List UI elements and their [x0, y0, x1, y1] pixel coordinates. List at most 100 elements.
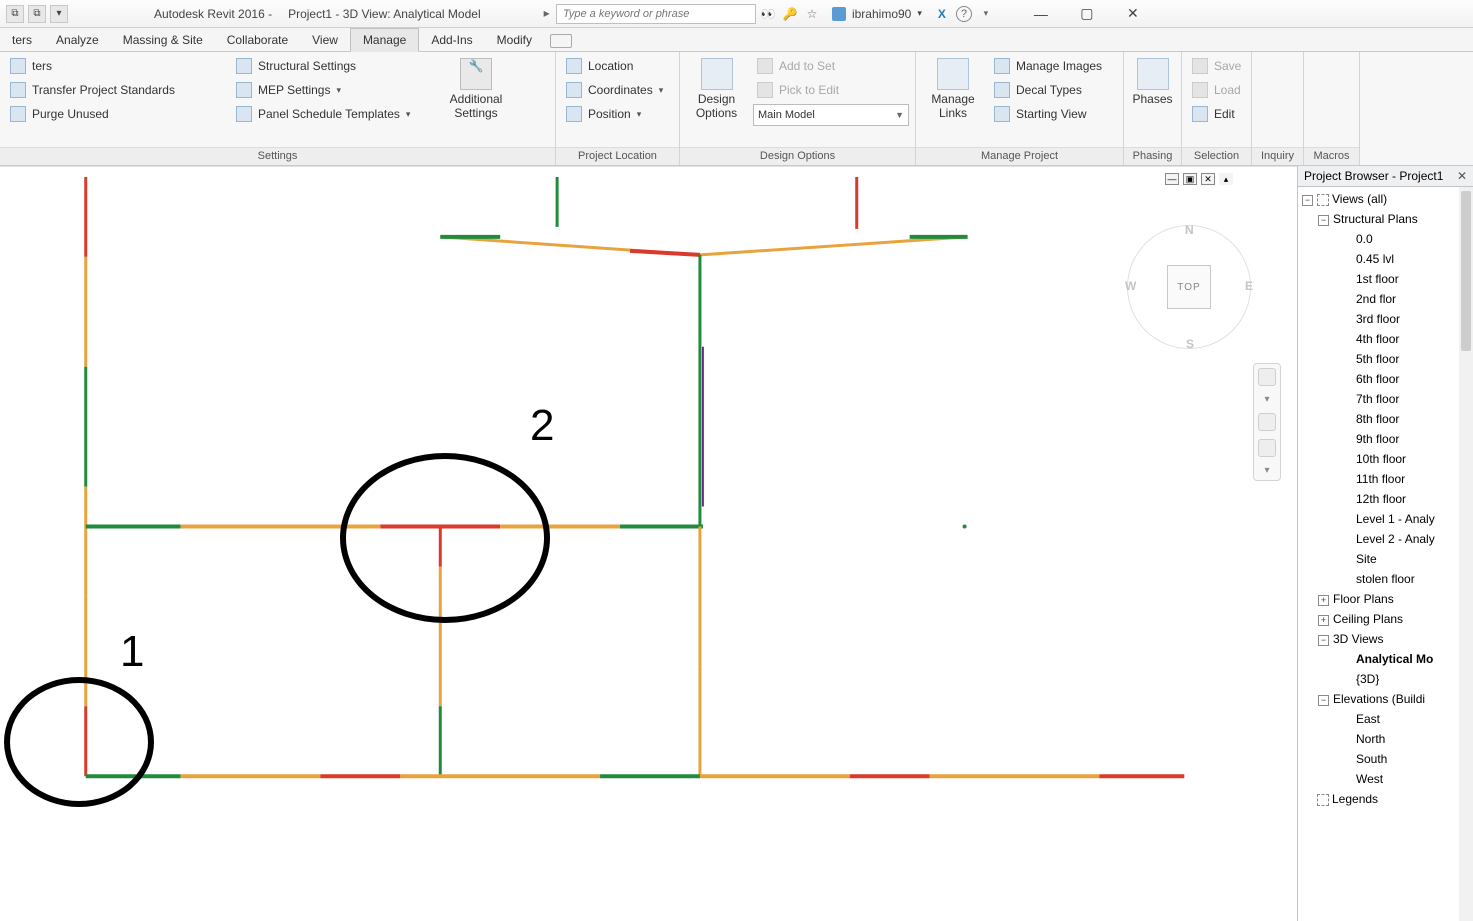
- tree-item[interactable]: 2nd flor: [1298, 289, 1473, 309]
- btn-decal-types[interactable]: Decal Types: [990, 80, 1106, 100]
- tab-manage[interactable]: Manage: [350, 28, 419, 52]
- tree-item[interactable]: South: [1298, 749, 1473, 769]
- collapse-icon[interactable]: −: [1318, 635, 1329, 646]
- search-input[interactable]: [556, 4, 756, 24]
- macro-icon-2[interactable]: [1321, 90, 1343, 112]
- tree-item[interactable]: East: [1298, 709, 1473, 729]
- btn-purge-unused[interactable]: Purge Unused: [6, 104, 226, 124]
- nav-wheel-icon[interactable]: [1258, 368, 1276, 386]
- qat-icon-3[interactable]: ▾: [50, 5, 68, 23]
- tab-massing-site[interactable]: Massing & Site: [111, 29, 215, 51]
- qat-icon-2[interactable]: ⧉: [28, 5, 46, 23]
- minimize-button[interactable]: —: [1018, 0, 1064, 28]
- btn-design-options[interactable]: Design Options: [686, 56, 747, 122]
- btn-additional-settings[interactable]: 🔧 Additional Settings: [438, 56, 514, 122]
- tree-item[interactable]: 11th floor: [1298, 469, 1473, 489]
- exchange-icon[interactable]: X: [934, 6, 950, 22]
- tree-item[interactable]: Level 1 - Analy: [1298, 509, 1473, 529]
- search-play-icon[interactable]: ▸: [541, 6, 553, 20]
- inquiry-icon-1[interactable]: [1267, 60, 1289, 82]
- binoculars-icon[interactable]: 👀: [760, 6, 776, 22]
- tree-item[interactable]: 0.0: [1298, 229, 1473, 249]
- tree-floor-plans[interactable]: +Floor Plans: [1298, 589, 1473, 609]
- tree-item[interactable]: 3rd floor: [1298, 309, 1473, 329]
- viewcube-south[interactable]: S: [1186, 337, 1194, 351]
- tree-item[interactable]: 12th floor: [1298, 489, 1473, 509]
- user-account[interactable]: ibrahimo90 ▾: [824, 7, 930, 21]
- canvas-restore-icon[interactable]: ▣: [1183, 173, 1197, 185]
- tree-item[interactable]: stolen floor: [1298, 569, 1473, 589]
- tree-item-active[interactable]: Analytical Mo: [1298, 649, 1473, 669]
- tree-legends[interactable]: Legends: [1298, 789, 1473, 809]
- tree-item[interactable]: Level 2 - Analy: [1298, 529, 1473, 549]
- tree-item[interactable]: 10th floor: [1298, 449, 1473, 469]
- tree-views[interactable]: −Views (all): [1298, 189, 1473, 209]
- drawing-canvas[interactable]: [0, 167, 1297, 921]
- tree-ceiling-plans[interactable]: +Ceiling Plans: [1298, 609, 1473, 629]
- btn-mep-settings[interactable]: MEP Settings: [232, 80, 432, 100]
- tree-item[interactable]: North: [1298, 729, 1473, 749]
- inquiry-icon-2[interactable]: [1267, 90, 1289, 112]
- key-icon[interactable]: 🔑: [782, 6, 798, 22]
- tree-item[interactable]: 8th floor: [1298, 409, 1473, 429]
- help-icon[interactable]: ?: [956, 6, 972, 22]
- btn-phases[interactable]: Phases: [1129, 56, 1177, 108]
- star-icon[interactable]: ☆: [804, 6, 820, 22]
- nav-pan-icon[interactable]: [1258, 413, 1276, 431]
- nav-zoom-icon[interactable]: [1258, 439, 1276, 457]
- tree-structural-plans[interactable]: −Structural Plans: [1298, 209, 1473, 229]
- collapse-icon[interactable]: −: [1318, 215, 1329, 226]
- btn-position[interactable]: Position: [562, 104, 667, 124]
- btn-manage-images[interactable]: Manage Images: [990, 56, 1106, 76]
- project-browser-tree[interactable]: −Views (all) −Structural Plans 0.0 0.45 …: [1298, 189, 1473, 809]
- tree-item[interactable]: 5th floor: [1298, 349, 1473, 369]
- viewcube-face-top[interactable]: TOP: [1167, 265, 1211, 309]
- canvas-minimize-icon[interactable]: —: [1165, 173, 1179, 185]
- tab-view[interactable]: View: [300, 29, 350, 51]
- tab-analyze[interactable]: Analyze: [44, 29, 111, 51]
- project-browser-close-icon[interactable]: ✕: [1457, 169, 1467, 183]
- tree-item[interactable]: Site: [1298, 549, 1473, 569]
- viewcube-east[interactable]: E: [1245, 279, 1253, 293]
- tree-3d-views[interactable]: −3D Views: [1298, 629, 1473, 649]
- macro-icon-1[interactable]: [1321, 60, 1343, 82]
- view-cube[interactable]: TOP N S E W: [1127, 225, 1251, 349]
- canvas-close-icon[interactable]: ✕: [1201, 173, 1215, 185]
- tree-item[interactable]: 0.45 lvl: [1298, 249, 1473, 269]
- project-browser-header[interactable]: Project Browser - Project1 ✕: [1298, 166, 1473, 187]
- design-option-combo[interactable]: Main Model ▼: [753, 104, 909, 126]
- model-canvas[interactable]: — ▣ ✕ ▴ TOP N S E W ▾ ▾ 1 2: [0, 166, 1297, 921]
- tree-item[interactable]: 7th floor: [1298, 389, 1473, 409]
- tree-item[interactable]: 4th floor: [1298, 329, 1473, 349]
- btn-structural-settings[interactable]: Structural Settings: [232, 56, 432, 76]
- tree-item[interactable]: 6th floor: [1298, 369, 1473, 389]
- tab-collaborate[interactable]: Collaborate: [215, 29, 300, 51]
- maximize-button[interactable]: ▢: [1064, 0, 1110, 28]
- tab-modify[interactable]: Modify: [485, 29, 544, 51]
- qat-icon-1[interactable]: ⧉: [6, 5, 24, 23]
- btn-coordinates[interactable]: Coordinates: [562, 80, 667, 100]
- tree-item[interactable]: West: [1298, 769, 1473, 789]
- btn-starting-view[interactable]: Starting View: [990, 104, 1106, 124]
- btn-manage-links[interactable]: Manage Links: [922, 56, 984, 122]
- btn-selection-edit[interactable]: Edit: [1188, 104, 1245, 124]
- canvas-arrow-up-icon[interactable]: ▴: [1219, 173, 1233, 185]
- viewcube-north[interactable]: N: [1185, 223, 1194, 237]
- browser-scrollbar[interactable]: [1459, 187, 1473, 921]
- btn-transfer-standards[interactable]: Transfer Project Standards: [6, 80, 226, 100]
- expand-icon[interactable]: +: [1318, 595, 1329, 606]
- btn-location[interactable]: Location: [562, 56, 667, 76]
- close-button[interactable]: ✕: [1110, 0, 1156, 28]
- tab-add-ins[interactable]: Add-Ins: [419, 29, 484, 51]
- btn-panel-schedule[interactable]: Panel Schedule Templates: [232, 104, 432, 124]
- ribbon-extra-icon[interactable]: [550, 34, 572, 48]
- tree-elevations[interactable]: −Elevations (Buildi: [1298, 689, 1473, 709]
- btn-partial-left-top[interactable]: ters: [6, 56, 226, 76]
- tab-partial-left[interactable]: ters: [0, 29, 44, 51]
- scrollbar-thumb[interactable]: [1461, 191, 1471, 351]
- expand-icon[interactable]: +: [1318, 615, 1329, 626]
- viewcube-west[interactable]: W: [1125, 279, 1136, 293]
- tree-item[interactable]: 1st floor: [1298, 269, 1473, 289]
- collapse-icon[interactable]: −: [1302, 195, 1313, 206]
- tree-item[interactable]: 9th floor: [1298, 429, 1473, 449]
